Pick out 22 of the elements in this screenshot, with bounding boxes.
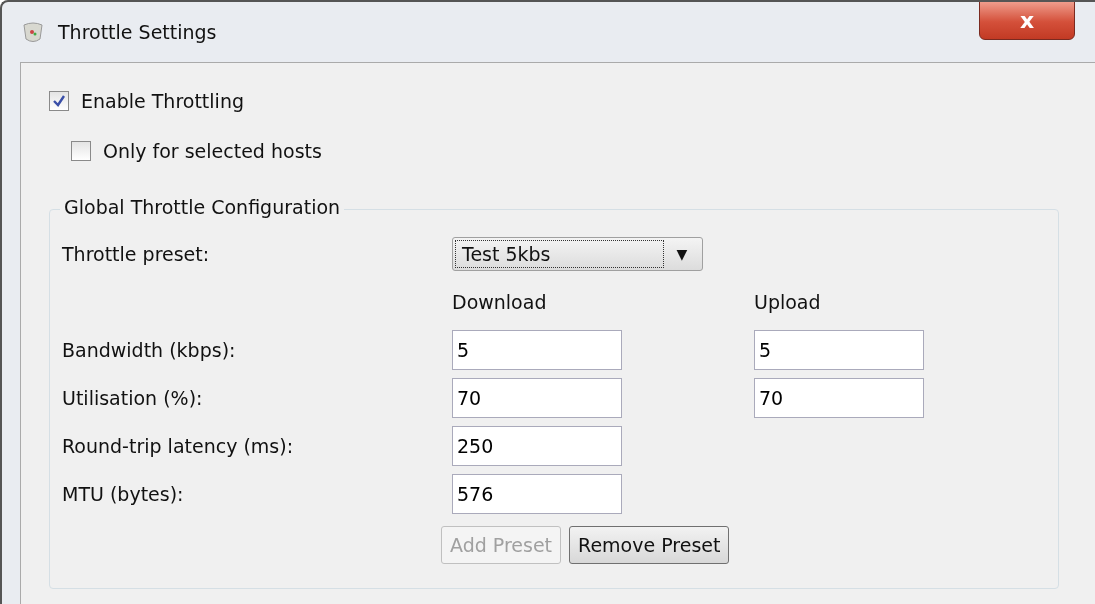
input-field[interactable]: 5 (452, 330, 622, 370)
column-header: Upload (754, 291, 822, 313)
input-field[interactable]: 5 (754, 330, 924, 370)
checkbox[interactable] (49, 91, 69, 111)
field-label: Round-trip latency (ms): (62, 435, 295, 457)
preset-button[interactable]: Remove Preset (569, 526, 730, 564)
window-title: Throttle Settings (58, 21, 217, 43)
close-button[interactable]: x (979, 2, 1075, 40)
input-field[interactable]: 576 (452, 474, 622, 514)
checkbox-label: Only for selected hosts (103, 140, 322, 162)
field-label: Utilisation (%): (62, 387, 204, 409)
input-field[interactable]: 70 (754, 378, 924, 418)
input-field[interactable]: 70 (452, 378, 622, 418)
preset-label: Throttle preset: (62, 243, 211, 265)
field-label: Bandwidth (kbps): (62, 339, 237, 361)
group-title: Global Throttle Configuration (60, 196, 345, 218)
checkbox-label: Enable Throttling (81, 90, 244, 112)
field-label: MTU (bytes): (62, 483, 185, 505)
preset-dropdown[interactable]: Test 5kbs ▼ (452, 237, 703, 271)
column-header: Download (452, 291, 548, 313)
input-field[interactable]: 250 (452, 426, 622, 466)
checkbox[interactable] (71, 141, 91, 161)
